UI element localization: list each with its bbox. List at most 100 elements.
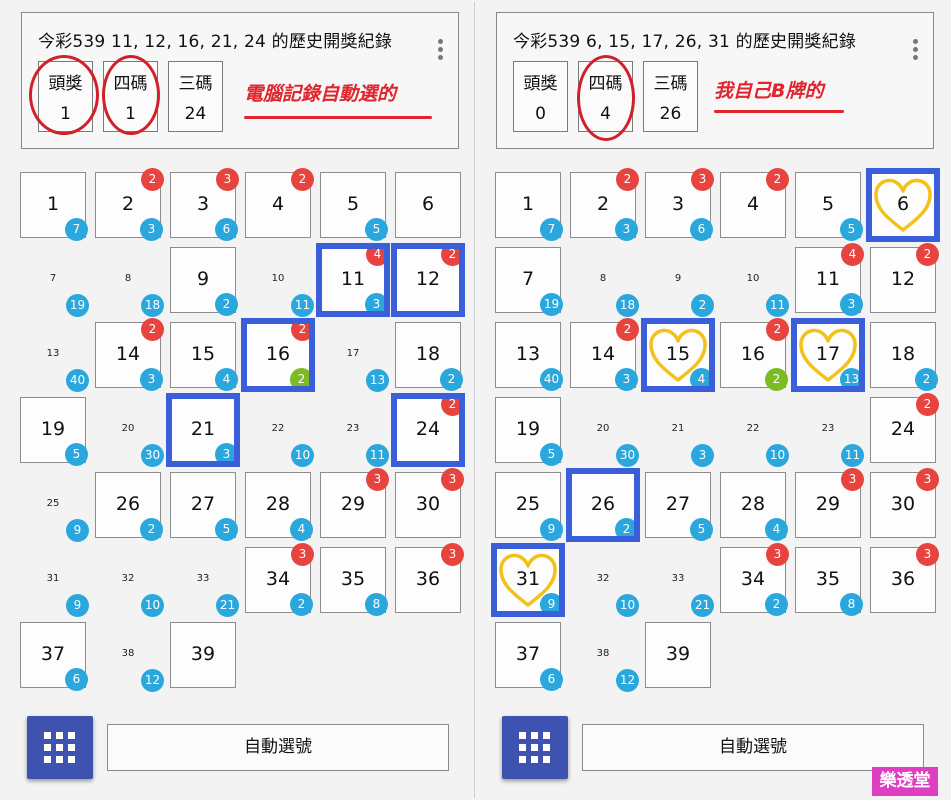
number-cell[interactable]: 6 bbox=[870, 172, 936, 238]
number-cell[interactable]: 8 18 bbox=[570, 247, 639, 317]
number-cell[interactable]: 33 21 bbox=[170, 547, 239, 617]
number-cell[interactable]: 12 2 bbox=[395, 243, 464, 313]
auto-pick-button[interactable]: 自動選號 bbox=[582, 724, 924, 771]
number-cell[interactable]: 30 3 bbox=[395, 468, 464, 538]
count-badge: 3 bbox=[215, 443, 238, 466]
number-cell[interactable]: 18 2 bbox=[395, 322, 463, 391]
number-cell[interactable]: 39 bbox=[645, 622, 711, 688]
number-cell[interactable]: 15 4 bbox=[645, 322, 713, 391]
number-cell[interactable]: 22 10 bbox=[720, 397, 789, 467]
number-cell[interactable]: 19 5 bbox=[495, 397, 563, 466]
cell-number: 28 bbox=[265, 493, 291, 515]
cell-number: 8 bbox=[599, 273, 607, 284]
number-cell[interactable]: 31 9 bbox=[20, 547, 89, 617]
number-cell[interactable]: 42 bbox=[245, 168, 314, 238]
number-cell[interactable]: 25 9 bbox=[20, 472, 89, 542]
number-cell[interactable]: 14 3 2 bbox=[570, 318, 639, 391]
number-cell[interactable]: 21 3 bbox=[645, 397, 714, 467]
number-cell[interactable]: 23 11 bbox=[795, 397, 864, 467]
number-cell[interactable]: 37 6 bbox=[20, 622, 88, 691]
auto-pick-button[interactable]: 自動選號 bbox=[107, 724, 449, 771]
number-cell[interactable]: 31 9 bbox=[495, 547, 563, 616]
number-cell[interactable]: 13 40 bbox=[20, 322, 89, 392]
number-cell[interactable]: 32 10 bbox=[570, 547, 639, 617]
cell-number: 9 bbox=[196, 268, 210, 290]
grid-dot bbox=[519, 756, 526, 763]
number-cell[interactable]: 28 4 bbox=[720, 472, 788, 541]
number-cell[interactable]: 55 bbox=[320, 172, 388, 241]
number-cell[interactable]: 27 5 bbox=[170, 472, 238, 541]
number-cell[interactable]: 6 bbox=[395, 172, 461, 238]
number-cell[interactable]: 22 10 bbox=[245, 397, 314, 467]
grid-dot bbox=[531, 756, 538, 763]
number-cell[interactable]: 17 13 bbox=[795, 322, 863, 391]
number-cell[interactable]: 38 12 bbox=[570, 622, 639, 692]
number-cell[interactable]: 33 21 bbox=[645, 547, 714, 617]
stat-label: 三碼 bbox=[178, 74, 213, 94]
number-cell[interactable]: 12 2 bbox=[870, 243, 939, 313]
number-cell[interactable]: 19 5 bbox=[20, 397, 88, 466]
number-cell[interactable]: 363 bbox=[870, 543, 939, 613]
grid-menu-button[interactable] bbox=[502, 716, 568, 779]
number-cell[interactable]: 92 bbox=[170, 247, 238, 316]
number-cell[interactable]: 24 2 bbox=[870, 393, 939, 463]
number-cell[interactable]: 39 bbox=[170, 622, 236, 688]
number-cell[interactable]: 38 12 bbox=[95, 622, 164, 692]
number-cell[interactable]: 26 2 bbox=[95, 472, 163, 541]
number-cell[interactable]: 21 3 bbox=[170, 397, 238, 466]
grid-dot bbox=[44, 756, 51, 763]
number-cell[interactable]: 24 2 bbox=[395, 393, 464, 463]
number-cell[interactable]: 28 4 bbox=[245, 472, 313, 541]
number-cell[interactable]: 35 8 bbox=[795, 547, 863, 616]
number-cell[interactable]: 20 30 bbox=[95, 397, 164, 467]
number-cell[interactable]: 16 2 2 bbox=[245, 318, 314, 391]
number-cell[interactable]: 30 3 bbox=[870, 468, 939, 538]
number-cell[interactable]: 7 19 bbox=[20, 247, 89, 317]
number-cell[interactable]: 23 11 bbox=[320, 397, 389, 467]
number-cell[interactable]: 20 30 bbox=[570, 397, 639, 467]
number-cell[interactable]: 17 13 bbox=[320, 322, 389, 392]
number-cell[interactable]: 18 2 bbox=[870, 322, 938, 391]
number-cell[interactable]: 13 40 bbox=[495, 322, 563, 391]
number-cell[interactable]: 35 8 bbox=[320, 547, 388, 616]
number-cell[interactable]: 17 bbox=[20, 172, 88, 241]
number-cell[interactable]: 25 9 bbox=[495, 472, 563, 541]
number-cell[interactable]: 15 4 bbox=[170, 322, 238, 391]
number-cell[interactable]: 11 3 4 bbox=[320, 243, 389, 316]
number-cell[interactable]: 34 2 3 bbox=[245, 543, 314, 616]
grid-menu-button[interactable] bbox=[27, 716, 93, 779]
number-cell[interactable]: 10 11 bbox=[720, 247, 789, 317]
number-cell[interactable]: 32 10 bbox=[95, 547, 164, 617]
count-badge: 2 bbox=[691, 294, 714, 317]
number-cell[interactable]: 26 2 bbox=[570, 472, 638, 541]
cell-number: 30 bbox=[415, 493, 441, 515]
grid-dot bbox=[56, 732, 63, 739]
kebab-menu-icon[interactable] bbox=[913, 39, 919, 61]
number-cell[interactable]: 17 bbox=[495, 172, 563, 241]
number-cell[interactable]: 92 bbox=[645, 247, 714, 317]
number-cell[interactable]: 232 bbox=[95, 168, 164, 241]
number-cell[interactable]: 29 3 bbox=[795, 468, 864, 538]
count-badge: 7 bbox=[65, 218, 88, 241]
number-cell[interactable]: 363 bbox=[170, 168, 239, 241]
cell-number: 37 bbox=[40, 643, 66, 665]
number-cell[interactable]: 363 bbox=[645, 168, 714, 241]
cell-number: 32 bbox=[596, 573, 610, 584]
number-cell[interactable]: 232 bbox=[570, 168, 639, 241]
kebab-menu-icon[interactable] bbox=[438, 39, 444, 61]
number-cell[interactable]: 37 6 bbox=[495, 622, 563, 691]
number-cell[interactable]: 8 18 bbox=[95, 247, 164, 317]
number-cell[interactable]: 7 19 bbox=[495, 247, 563, 316]
number-cell[interactable]: 16 2 2 bbox=[720, 318, 789, 391]
number-cell[interactable]: 10 11 bbox=[245, 247, 314, 317]
cell-number: 3 bbox=[196, 193, 210, 215]
number-cell[interactable]: 55 bbox=[795, 172, 863, 241]
number-cell[interactable]: 42 bbox=[720, 168, 789, 238]
number-cell[interactable]: 11 3 4 bbox=[795, 243, 864, 316]
number-cell[interactable]: 27 5 bbox=[645, 472, 713, 541]
number-cell[interactable]: 14 3 2 bbox=[95, 318, 164, 391]
number-cell[interactable]: 34 2 3 bbox=[720, 543, 789, 616]
streak-badge: 3 bbox=[691, 168, 714, 191]
number-cell[interactable]: 363 bbox=[395, 543, 464, 613]
number-cell[interactable]: 29 3 bbox=[320, 468, 389, 538]
